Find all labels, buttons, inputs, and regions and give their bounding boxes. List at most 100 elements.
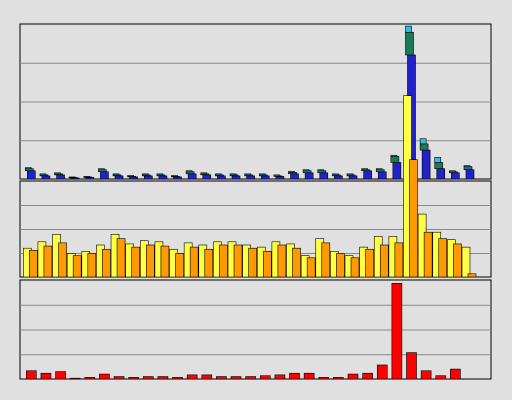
- panel-1-bar-s1-31: [465, 169, 475, 180]
- panel-3-bar-3: [55, 371, 66, 380]
- panel-1-bar-s1-19: [290, 173, 299, 180]
- panel-2-bar-s2-8: [131, 246, 140, 278]
- panel-1-bar-s3-21: [317, 169, 325, 172]
- panel-3-bar-17: [259, 375, 271, 380]
- panel-1-bar-s2-27: [405, 31, 414, 56]
- panel-3-bar-18: [274, 374, 286, 380]
- panel-1-bar-s1-6: [100, 171, 109, 180]
- panel-2-bar-s2-31: [467, 273, 477, 278]
- panel-2-bar-s2-12: [189, 246, 199, 278]
- panel-1-bar-s1-18: [275, 176, 285, 180]
- panel-3-bar-15: [230, 376, 242, 380]
- panel-1-bar-s3-24: [361, 168, 368, 171]
- panel-3-bar-7: [113, 376, 125, 380]
- panel-1-bar-s1-15: [231, 175, 241, 180]
- panel-1-bar-s3-7: [112, 173, 120, 176]
- panel-2-bar-s2-9: [145, 244, 155, 278]
- panel-1-bar-s3-31: [463, 165, 471, 167]
- panel-3-bar-29: [435, 375, 447, 380]
- panel-1-bar-s3-29: [434, 157, 442, 163]
- panel-3-bar-14: [216, 376, 227, 380]
- panel-1-bar-s2-21: [317, 170, 327, 174]
- panel-1-bar-s1-8: [129, 176, 138, 180]
- panel-1-bar-s3-2: [39, 173, 47, 176]
- panel-2-bar-s2-25: [379, 244, 389, 278]
- panel-1-bar-s2-25: [375, 169, 385, 173]
- panel-3-bar-12: [186, 374, 198, 380]
- panel-2-bar-s2-16: [248, 247, 257, 278]
- panel-2-bar-s2-21: [321, 242, 331, 278]
- panel-1-bar-s3-18: [273, 174, 281, 177]
- panel-3-bar-1: [26, 370, 37, 380]
- panel-2-bar-s2-6: [102, 248, 111, 278]
- panel-3-bar-5: [84, 377, 96, 380]
- panel-1-bar-s3-12: [185, 170, 193, 173]
- panel-2-bar-s2-23: [350, 257, 360, 278]
- panel-1-bar-s1-3: [56, 174, 65, 180]
- panel-2-bar-s2-17: [262, 251, 272, 278]
- panel-1-bar-s1-22: [334, 175, 343, 180]
- panel-2-bar-s1-31: [461, 246, 471, 278]
- panel-3: [19, 279, 492, 380]
- panel-2-bar-s2-4: [72, 255, 82, 278]
- panel-3-bar-21: [318, 377, 330, 380]
- panel-1-bar-s3-3: [54, 172, 61, 175]
- panel-1-bar-s1-10: [158, 175, 168, 180]
- panel-3-bar-16: [245, 376, 256, 380]
- panel-2-bar-s2-10: [160, 245, 170, 278]
- panel-1-bar-s2-1: [25, 168, 34, 172]
- panel-1-bar-s3-9: [141, 173, 149, 176]
- panel-1-bar-s2-12: [185, 171, 195, 175]
- panel-1-bar-s2-6: [98, 169, 107, 173]
- panel-1-bar-s1-16: [246, 175, 255, 180]
- panel-1-bar-s1-20: [304, 172, 314, 180]
- panel-3-bar-8: [128, 377, 139, 380]
- panel-1-bar-s3-13: [200, 172, 208, 175]
- panel-3-bar-28: [420, 370, 432, 380]
- panel-3-bar-22: [333, 377, 344, 380]
- panel-1-bar-s1-23: [348, 175, 358, 180]
- panel-1-bar-s3-1: [25, 167, 32, 169]
- panel-1-bar-s3-17: [258, 173, 266, 176]
- panel-2-bar-s2-26: [394, 242, 404, 278]
- panel-2-bar-s2-1: [29, 250, 38, 278]
- panel-2-bar-s2-29: [438, 238, 448, 278]
- panel-3-bar-9: [142, 376, 154, 380]
- panel-3-bar-19: [289, 372, 300, 380]
- panel-1-bar-s3-20: [302, 169, 310, 172]
- panel-1-bar-s1-7: [114, 175, 124, 180]
- panel-1-bar-s1-11: [173, 176, 182, 180]
- panel-2-bar-s2-3: [58, 242, 67, 278]
- panel-1-bar-s3-26: [390, 154, 398, 157]
- panel-3-bar-10: [157, 376, 169, 380]
- panel-1-bar-s1-24: [363, 170, 372, 180]
- panel-2-bar-s2-18: [277, 244, 287, 278]
- panel-1-bar-s2-26: [390, 155, 400, 163]
- panel-3-bar-20: [303, 372, 315, 380]
- panel-1-bar-s3-15: [229, 173, 237, 176]
- panel-3-bar-23: [347, 373, 359, 380]
- panel-3-bar-6: [99, 373, 110, 380]
- panel-1-bar-s1-29: [436, 168, 446, 180]
- panel-2-bar-s2-7: [116, 238, 126, 278]
- panel-1-bar-s3-4: [68, 176, 76, 178]
- panel-3-bar-26: [391, 282, 403, 380]
- panel-3-bar-27: [406, 352, 417, 380]
- panel-1-bar-s1-13: [202, 174, 212, 180]
- panel-3-bar-2: [40, 372, 52, 380]
- panel-1-bar-s1-9: [143, 175, 153, 180]
- panel-2-bar-s2-15: [233, 244, 243, 278]
- panel-1-bar-s2-20: [302, 170, 312, 174]
- panel-1-bar-s2-31: [463, 166, 473, 171]
- panel-2-bar-s2-24: [365, 248, 374, 278]
- panel-1-bar-s3-28: [419, 138, 427, 145]
- panel-2-bar-s2-22: [336, 253, 345, 278]
- panel-1-bar-s3-27: [405, 25, 412, 33]
- panel-3-bar-11: [172, 377, 183, 380]
- panel-2-bar-s2-28: [423, 231, 433, 278]
- panel-1-bar-s3-10: [156, 173, 164, 176]
- panel-1-bar-s3-23: [346, 173, 354, 176]
- panel-1-bar-s3-22: [332, 173, 339, 176]
- panel-2-bar-s2-11: [175, 253, 184, 278]
- panel-1-bar-s1-1: [27, 170, 36, 180]
